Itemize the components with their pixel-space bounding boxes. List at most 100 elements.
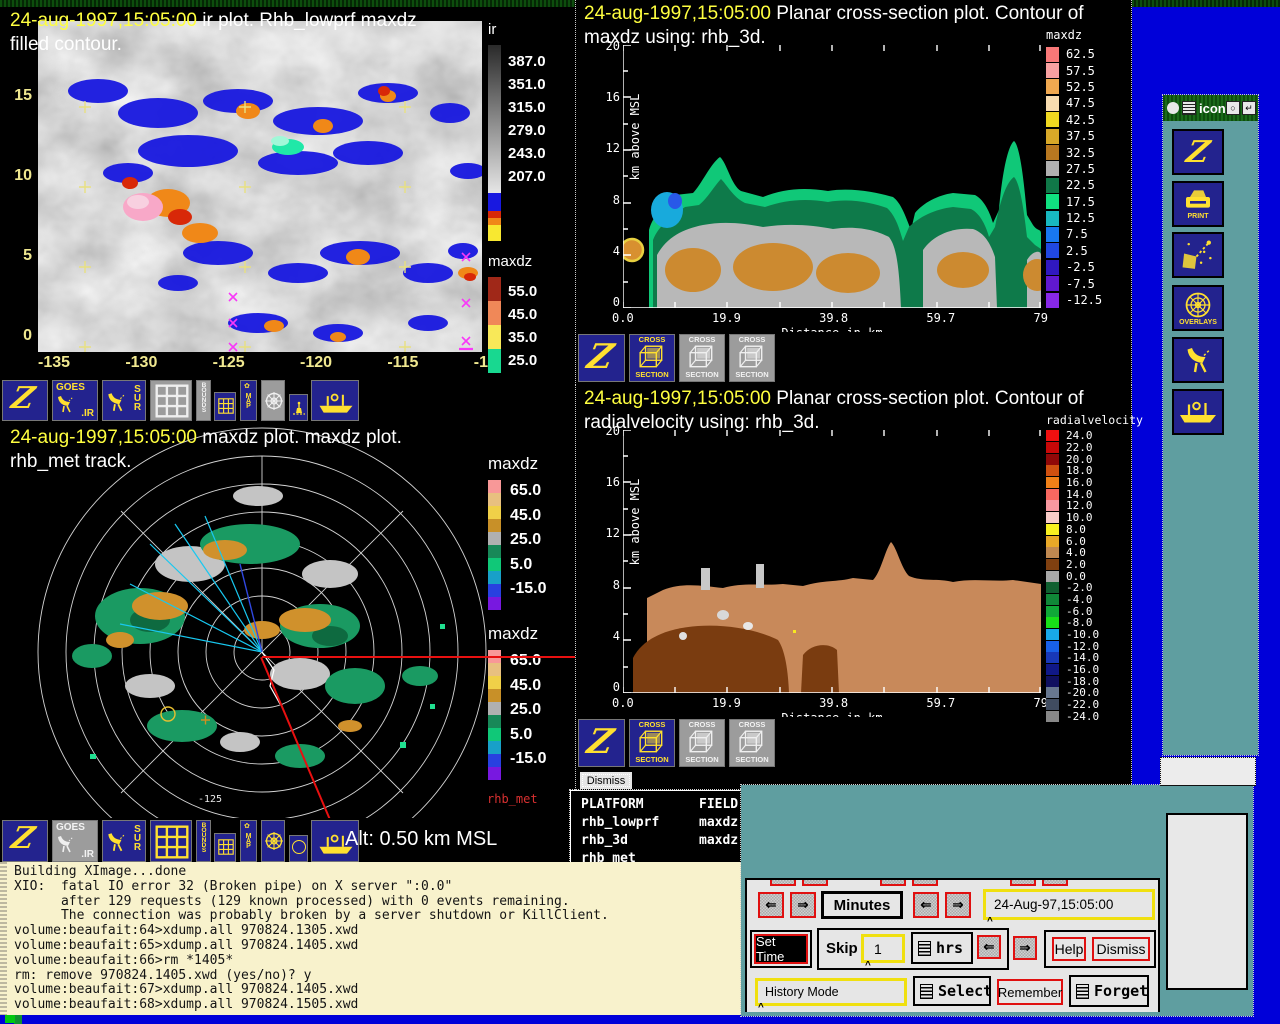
small-grid-button[interactable] [214,833,236,862]
iconify-icon[interactable]: ○ [1226,101,1240,115]
ir-y-tick: 0 [23,327,32,344]
circle-button[interactable] [289,835,308,862]
ppi-colorbar1-swatch [488,532,501,545]
ship-button[interactable] [311,380,359,421]
radar-button[interactable] [1172,337,1224,383]
dismiss-button[interactable]: Dismiss [579,771,633,790]
radar-grid-button[interactable] [150,380,192,421]
radar-grid-button[interactable] [150,820,192,862]
clipped-arrow-button[interactable] [880,880,906,886]
terminal-scrollbar[interactable] [0,862,7,1015]
ir-colorbar-blue [488,193,501,211]
colorbar-entry: 32.5 [1046,144,1102,161]
ppi-colorbar2-swatch [488,754,501,767]
colorbar-swatch [1046,442,1059,454]
minutes-back-button[interactable]: ⇐ [913,892,939,918]
colorbar-swatch [1046,63,1059,79]
y-tick: 12 [605,526,620,541]
xsection-radialvelocity-window: 24-aug-1997,15:05:00 Planar cross-sectio… [575,385,1143,790]
window-menu-icon[interactable] [1182,101,1196,115]
minutes-forward-button[interactable]: ⇒ [945,892,971,918]
set-time-button[interactable]: Set Time [754,934,808,964]
select-dropdown[interactable]: Select [913,976,992,1006]
colorbar-swatch [1046,453,1059,465]
forget-dropdown[interactable]: Forget [1069,975,1149,1007]
step-back-button[interactable]: ⇐ [758,892,784,918]
cell-platform: rhb_lowprf [581,815,660,830]
colorbar-swatch [1046,226,1059,242]
zebra-button[interactable]: Z [578,719,625,767]
xsection-rv-plot[interactable] [623,430,1041,693]
window-menu-circle-icon[interactable] [1167,102,1179,114]
bounds-button[interactable]: BOUNDS [196,820,211,862]
ir-x-tick: -1 [473,354,488,371]
small-grid-button[interactable] [214,392,236,421]
cross-section-button[interactable]: CROSS SECTION [729,334,775,382]
wheel-button[interactable] [261,820,285,862]
sur-button[interactable]: SUR [102,820,146,862]
ir-satellite-plot[interactable] [38,21,482,352]
colorbar-value: -2.5 [1066,260,1095,275]
cross-section-button[interactable]: CROSS SECTION [729,719,775,767]
ppi-colorbar1-tick: 5.0 [510,555,533,573]
cross-section-button[interactable]: CROSS SECTION [679,334,725,382]
cell-platform: rhb_3d [581,833,628,848]
xsection-maxdz-plot[interactable] [623,45,1041,308]
remember-button[interactable]: Remember [997,979,1063,1005]
terminal-window[interactable]: Building XImage...done XIO: fatal IO erro… [0,862,741,1024]
colorbar-entry: 10.0 [1046,511,1143,524]
resize-icon[interactable]: ↵ [1242,101,1256,115]
zebra-button[interactable]: Z [578,334,625,382]
colorbar-entry: 12.0 [1046,499,1143,512]
cross-section-button[interactable]: CROSS SECTION [679,719,725,767]
print-button[interactable]: PRINT [1172,181,1224,227]
goes-ir-button[interactable]: GOES .IR [52,820,98,862]
wheel-button[interactable] [261,380,285,421]
time-input[interactable]: 24-Aug-97,15:05:00 [983,889,1155,920]
colorbar-swatch [1046,259,1059,275]
colorbar-swatch [1046,629,1059,641]
cross-section-button-active[interactable]: CROSS SECTION [629,719,675,767]
xsection-rv-y-axis: 20 16 12 8 4 0 [602,424,620,694]
satellite-button[interactable] [1172,232,1224,278]
skip-input[interactable]: 1 [861,934,905,963]
colorbar-entry: -12.0 [1046,640,1143,653]
zebra-button[interactable]: Z [2,380,48,421]
skip-back-button[interactable]: ⇐ [977,935,1001,959]
step-forward-button[interactable]: ⇒ [790,892,816,918]
zebra-button[interactable]: Z [2,820,48,862]
clipped-arrow-button[interactable] [1010,880,1036,886]
dialog-dismiss-button[interactable]: Dismiss [1092,937,1150,961]
ship-panel-button[interactable] [1172,389,1224,435]
units-dropdown[interactable]: hrs [911,932,973,964]
clipped-arrow-button[interactable] [770,880,796,886]
icon-panel-titlebar[interactable]: icon ○ ↵ [1163,95,1258,121]
colorbar-entry: 47.5 [1046,95,1102,111]
colorbar-swatch [1046,512,1059,524]
zebra-launcher-button[interactable]: Z [1172,129,1224,175]
goes-ir-button[interactable]: GOES .IR [52,380,98,421]
colorbar-entry: -6.0 [1046,605,1143,618]
buoy-button[interactable] [289,394,308,421]
xsection-rv-x-axis: 0.0 19.9 39.8 59.7 79 [612,696,1048,710]
history-mode-field[interactable]: History Mode [755,978,907,1006]
crosshair-line-horizontal[interactable] [262,656,575,658]
help-button[interactable]: Help [1052,937,1086,961]
bounds-button[interactable]: BOUNDS [196,380,211,421]
colorbar-swatch [1046,687,1059,699]
clipped-arrow-button[interactable] [912,880,938,886]
cube-icon [738,344,766,370]
ir-maxdz-swatch [488,277,501,301]
clipped-arrow-button[interactable] [1042,880,1068,886]
skip-forward-button[interactable]: ⇒ [1013,936,1037,960]
cross-section-button-active[interactable]: CROSS SECTION [629,334,675,382]
ppi-colorbar1-swatch [488,506,501,519]
colorbar-entry: 57.5 [1046,62,1102,79]
clipped-arrow-button[interactable] [802,880,828,886]
colorbar-swatch [1046,276,1059,292]
map-button[interactable]: MAP ✿ [240,380,257,421]
sur-button[interactable]: SUR [102,380,146,421]
overlays-button[interactable]: OVERLAYS [1172,285,1224,331]
ir-x-axis: -135 -130 -125 -120 -115 -1 [38,354,488,372]
map-button[interactable]: MAP ✿ [240,820,257,862]
